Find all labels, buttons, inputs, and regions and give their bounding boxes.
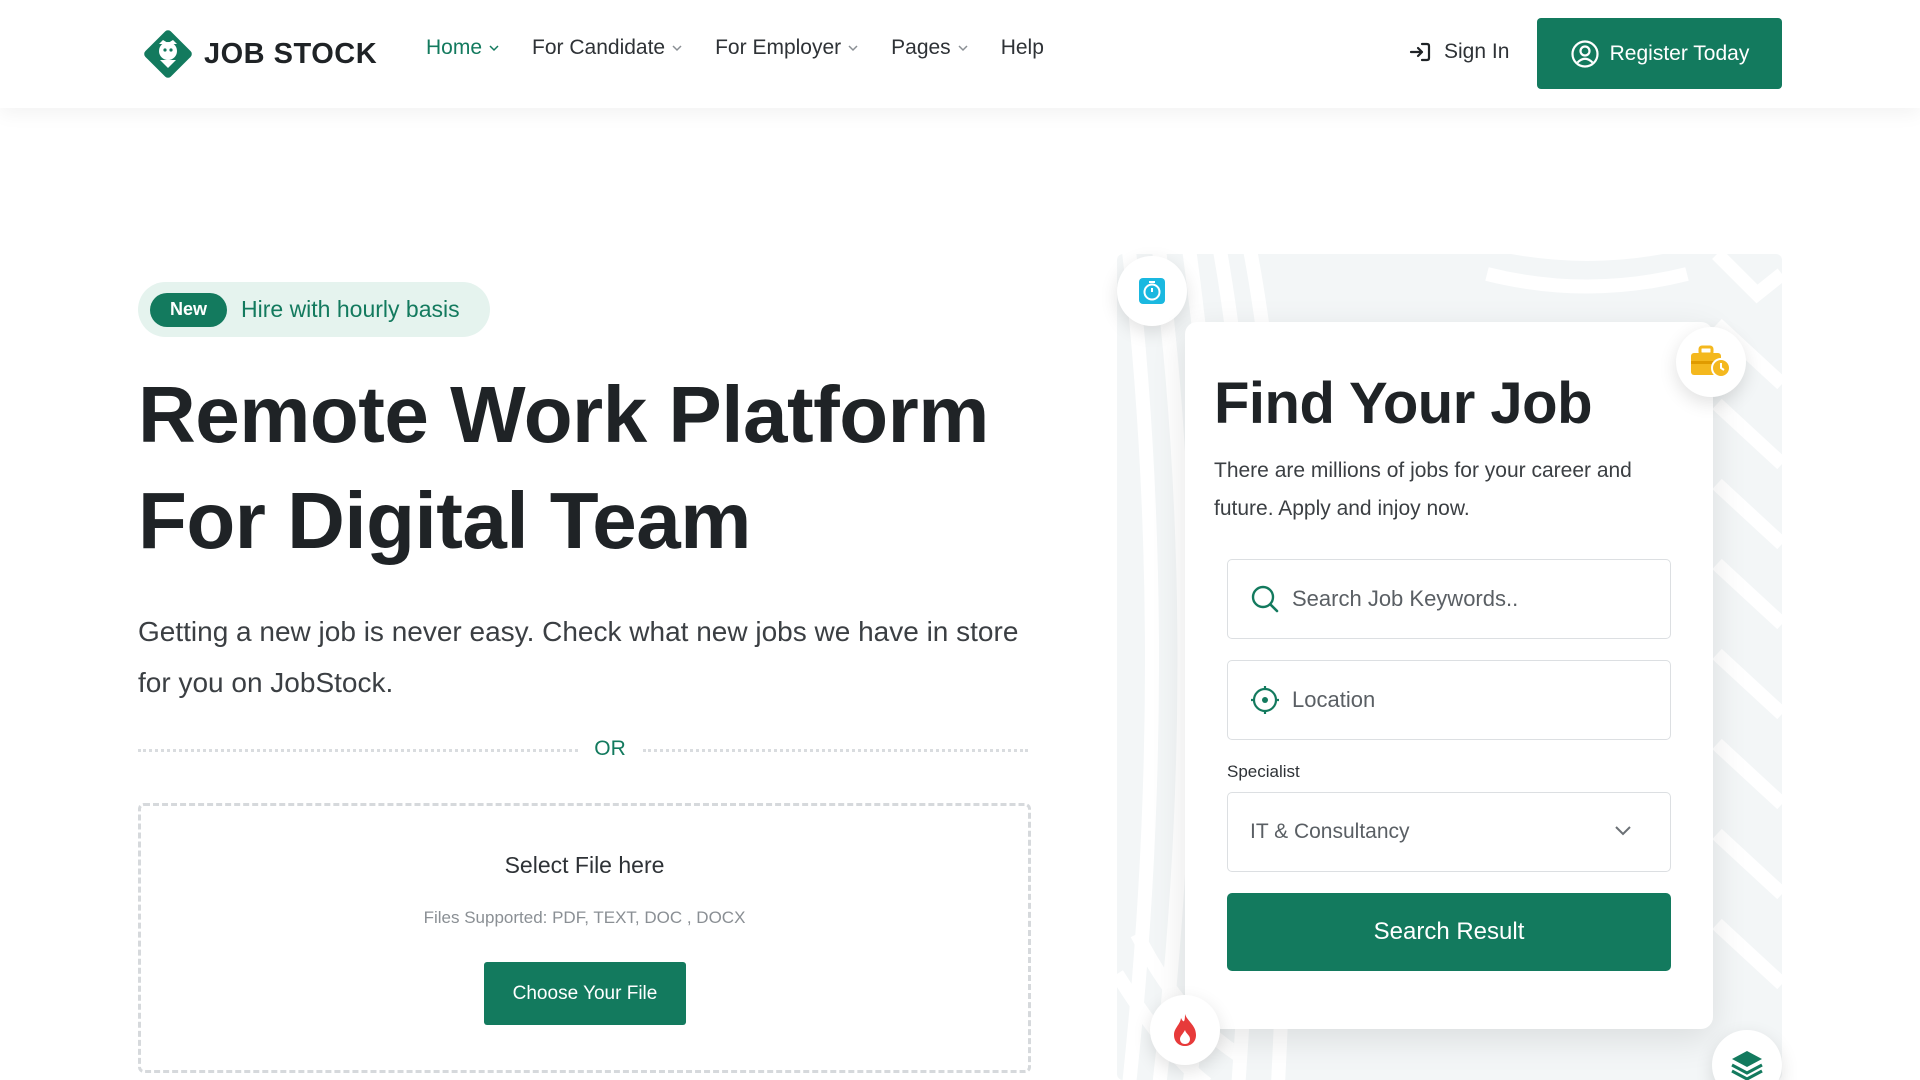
upload-title: Select File here	[504, 852, 665, 878]
or-divider: OR	[138, 735, 1028, 765]
register-today-button[interactable]: Register Today	[1537, 18, 1782, 89]
nav-label: For Employer	[715, 36, 842, 59]
search-result-button[interactable]: Search Result	[1227, 893, 1671, 971]
nav-item-help[interactable]: Help	[1001, 36, 1044, 60]
hero-description: Getting a new job is never easy. Check w…	[138, 616, 1019, 698]
hero-title: Remote Work Platform For Digital Team	[138, 362, 1058, 574]
divider-line-right	[643, 749, 1028, 752]
chevron-down-icon	[958, 45, 968, 52]
upload-supported-formats: Files Supported: PDF, TEXT, DOC , DOCX	[423, 908, 746, 927]
nav-label: Help	[1000, 36, 1044, 59]
specialist-label: Specialist	[1227, 762, 1300, 781]
find-job-card: Find Your Job There are millions of jobs…	[1185, 322, 1713, 1029]
nav-item-home[interactable]: Home	[426, 36, 500, 60]
find-job-description: There are millions of jobs for your care…	[1214, 459, 1632, 520]
chevron-down-icon	[489, 45, 499, 52]
or-text: OR	[594, 737, 626, 760]
stopwatch-icon	[1117, 256, 1187, 326]
site-header: JOB STOCK Home For Candidate For Employe…	[0, 0, 1920, 108]
nav-label: Pages	[891, 36, 951, 59]
specialist-selected-value: IT & Consultancy	[1250, 820, 1410, 843]
chevron-down-icon	[848, 45, 858, 52]
brand-name: JOB STOCK	[204, 37, 378, 70]
hourly-hire-badge: New Hire with hourly basis	[138, 282, 490, 337]
hero-title-line-1: Remote Work Platform	[138, 370, 989, 459]
sign-in-link[interactable]: Sign In	[1408, 40, 1509, 64]
fire-icon	[1150, 995, 1220, 1065]
briefcase-clock-icon	[1676, 327, 1746, 397]
search-input[interactable]	[1292, 586, 1652, 612]
choose-file-button[interactable]: Choose Your File	[484, 962, 686, 1025]
location-field[interactable]	[1227, 660, 1671, 740]
nav-label: For Candidate	[532, 36, 666, 59]
location-input[interactable]	[1292, 687, 1652, 713]
nav-item-pages[interactable]: Pages	[891, 36, 969, 60]
nav-item-for-employer[interactable]: For Employer	[715, 36, 859, 60]
main-nav: Home For Candidate For Employer Pages He…	[426, 36, 1076, 60]
new-pill: New	[150, 292, 228, 327]
sign-in-label: Sign In	[1444, 40, 1510, 63]
user-circle-icon	[1571, 39, 1599, 68]
chevron-down-icon	[672, 45, 682, 52]
register-label: Register Today	[1609, 41, 1750, 65]
hero-title-line-2: For Digital Team	[138, 476, 751, 565]
divider-line-left	[138, 749, 578, 752]
keyword-search-field[interactable]	[1227, 559, 1671, 639]
chevron-down-icon	[1615, 826, 1631, 836]
specialist-select[interactable]: IT & Consultancy	[1227, 792, 1671, 872]
location-target-icon	[1251, 686, 1279, 714]
brand-logo[interactable]: JOB STOCK	[138, 24, 377, 84]
file-upload-dropzone[interactable]: Select File here Files Supported: PDF, T…	[138, 803, 1031, 1073]
nav-label: Home	[426, 36, 483, 59]
search-icon	[1251, 585, 1279, 613]
find-job-title: Find Your Job	[1214, 371, 1593, 436]
sign-in-icon	[1409, 42, 1431, 62]
badge-text: Hire with hourly basis	[241, 296, 460, 322]
nav-item-for-candidate[interactable]: For Candidate	[532, 36, 683, 60]
shield-mascot-icon	[138, 24, 198, 84]
